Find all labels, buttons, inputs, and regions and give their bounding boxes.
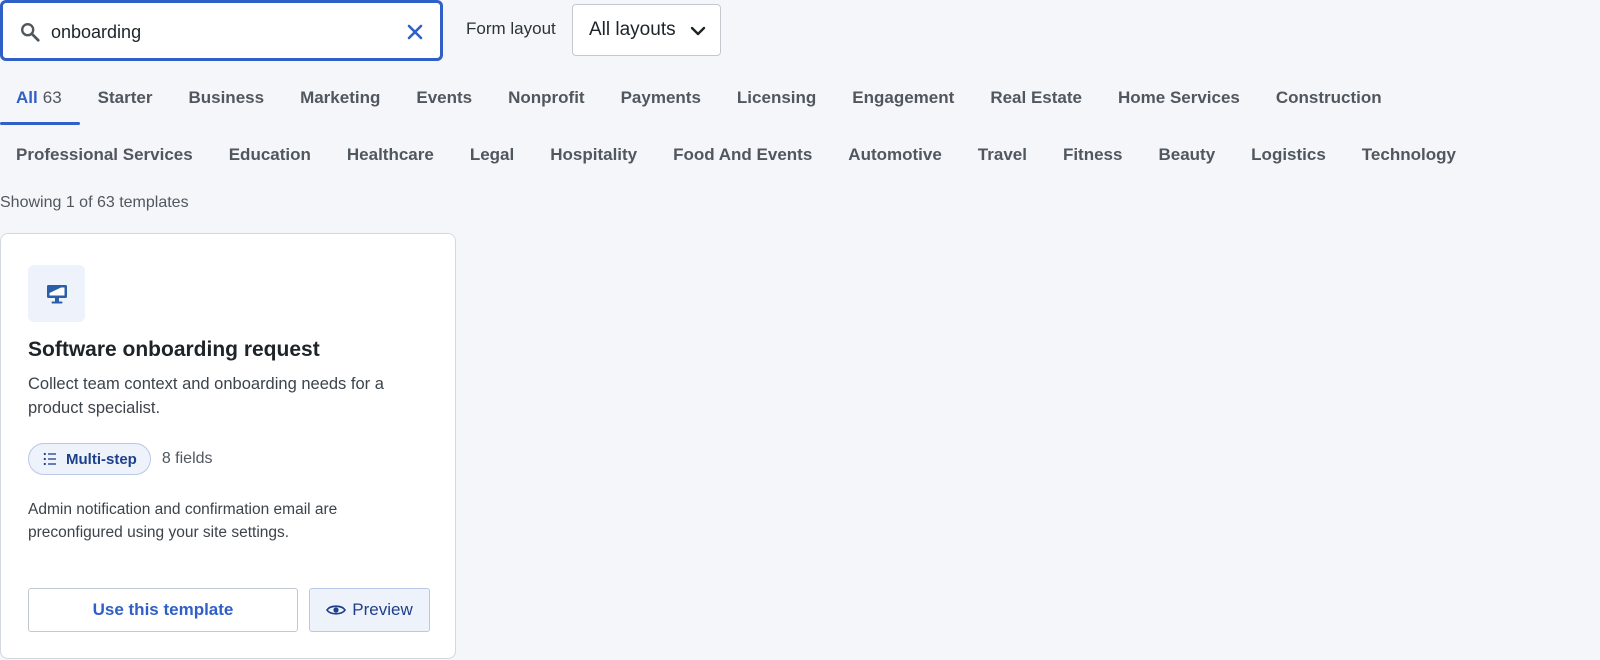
tab-professional-services[interactable]: Professional Services [0,129,211,181]
multi-step-badge: Multi-step [28,443,151,475]
tab-healthcare[interactable]: Healthcare [329,129,452,181]
template-description: Collect team context and onboarding need… [28,375,384,417]
form-layout-select[interactable]: All layouts [572,4,721,56]
monitor-icon [46,284,67,303]
tab-all[interactable]: All 63 [0,72,80,125]
tab-food-and-events[interactable]: Food And Events [655,129,830,181]
tab-licensing[interactable]: Licensing [719,72,834,124]
tab-hospitality[interactable]: Hospitality [532,129,655,181]
tab-starter[interactable]: Starter [80,72,171,124]
field-count: 8 fields [161,450,213,467]
tab-engagement[interactable]: Engagement [834,72,972,124]
template-title: Software onboarding request [28,338,320,361]
template-meta: Multi-step 8 fields [28,443,213,475]
preview-button[interactable]: Preview [309,588,430,632]
close-icon[interactable] [406,23,424,41]
tab-technology[interactable]: Technology [1344,129,1474,181]
tab-automotive[interactable]: Automotive [830,129,960,181]
tab-events[interactable]: Events [398,72,490,124]
search-icon [21,23,40,42]
tab-count: 63 [42,88,62,107]
eye-icon [326,605,347,615]
results-count: Showing 1 of 63 templates [0,194,189,211]
tab-logistics[interactable]: Logistics [1233,129,1344,181]
tab-beauty[interactable]: Beauty [1140,129,1233,181]
category-tabs-row-1: All 63 Starter Business Marketing Events… [0,72,1400,125]
preview-label: Preview [352,600,413,619]
tab-real-estate[interactable]: Real Estate [972,72,1100,124]
tab-travel[interactable]: Travel [960,129,1045,181]
template-icon-box [28,265,85,322]
tab-nonprofit[interactable]: Nonprofit [490,72,602,124]
tab-payments[interactable]: Payments [603,72,719,124]
tab-business[interactable]: Business [170,72,282,124]
tab-home-services[interactable]: Home Services [1100,72,1258,124]
search-input[interactable] [51,15,391,49]
chevron-down-icon [690,26,706,36]
form-layout-label: Form layout [466,19,556,38]
toolbar: Form layout All layouts [0,0,1600,62]
tab-legal[interactable]: Legal [452,129,532,181]
template-card: Software onboarding request Collect team… [0,233,456,659]
tab-label: All [16,88,38,107]
search-box[interactable] [1,1,442,60]
form-layout-value: All layouts [589,19,676,40]
list-icon [43,452,56,466]
tab-education[interactable]: Education [211,129,329,181]
category-tabs-row-2: Professional Services Education Healthca… [0,129,1474,181]
tab-marketing[interactable]: Marketing [282,72,398,124]
use-template-button[interactable]: Use this template [28,588,298,632]
tab-fitness[interactable]: Fitness [1045,129,1141,181]
tab-construction[interactable]: Construction [1258,72,1400,124]
template-note: Admin notification and confirmation emai… [28,501,338,541]
badge-label: Multi-step [66,450,137,468]
